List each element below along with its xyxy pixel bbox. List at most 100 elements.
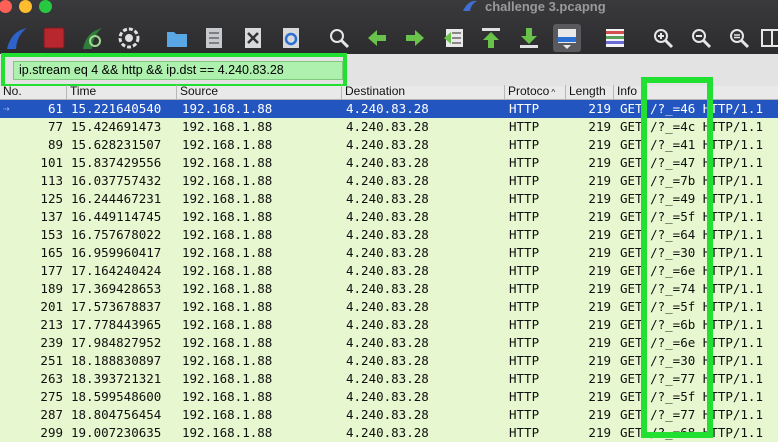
packet-source: 192.168.1.88: [182, 335, 273, 350]
autoscroll-icon[interactable]: [553, 24, 581, 52]
wireshark-fin-icon[interactable]: [3, 24, 31, 52]
resize-columns-icon[interactable]: [760, 24, 778, 52]
save-file-icon[interactable]: [200, 24, 228, 52]
go-first-icon[interactable]: [477, 24, 505, 52]
column-header-info[interactable]: Info: [614, 85, 778, 99]
capture-options-icon[interactable]: [115, 24, 143, 52]
packet-destination: 4.240.83.28: [346, 155, 429, 170]
packet-row[interactable]: 213 17.778443965 192.168.1.88 4.240.83.28 HT…: [0, 316, 778, 334]
packet-row[interactable]: 263 18.393721321 192.168.1.88 4.240.83.28 HT…: [0, 370, 778, 388]
packet-no: 275: [40, 389, 63, 404]
packet-row[interactable]: 287 18.804756454 192.168.1.88 4.240.83.28 HT…: [0, 406, 778, 424]
packet-row[interactable]: 201 17.573678837 192.168.1.88 4.240.83.28 HT…: [0, 298, 778, 316]
packet-info: GET /?_=6b HTTP/1.1: [620, 317, 763, 332]
packet-row[interactable]: 137 16.449114745 192.168.1.88 4.240.83.28 HT…: [0, 208, 778, 226]
zoom-out-icon[interactable]: [687, 24, 715, 52]
open-file-icon[interactable]: [163, 24, 191, 52]
column-header-length[interactable]: Length: [566, 85, 614, 99]
packet-no: 299: [40, 425, 63, 440]
window-title-bar: challenge 3.pcapng: [462, 0, 606, 14]
packet-source: 192.168.1.88: [182, 191, 273, 206]
packet-destination: 4.240.83.28: [346, 299, 429, 314]
packet-protocol: HTTP: [509, 389, 540, 404]
packet-row[interactable]: 89 15.628231507 192.168.1.88 4.240.83.28 HTT…: [0, 136, 778, 154]
packet-destination: 4.240.83.28: [346, 263, 429, 278]
packet-info: GET /?_=41 HTTP/1.1: [620, 137, 763, 152]
packet-source: 192.168.1.88: [182, 119, 273, 134]
close-window-button[interactable]: [0, 0, 12, 13]
packet-info: GET /?_=5f HTTP/1.1: [620, 389, 763, 404]
zoom-normal-icon[interactable]: [725, 24, 753, 52]
packet-length: 219: [588, 245, 611, 260]
packet-length: 219: [588, 173, 611, 188]
packet-time: 19.007230635: [71, 425, 162, 440]
packet-destination: 4.240.83.28: [346, 281, 429, 296]
packet-length: 219: [588, 299, 611, 314]
zoom-in-icon[interactable]: [649, 24, 677, 52]
packet-destination: 4.240.83.28: [346, 191, 429, 206]
column-header-destination[interactable]: Destination: [342, 85, 505, 99]
go-last-icon[interactable]: [515, 24, 543, 52]
packet-time: 18.804756454: [71, 407, 162, 422]
packet-no: 287: [40, 407, 63, 422]
packet-row[interactable]: 125 16.244467231 192.168.1.88 4.240.83.28 HT…: [0, 190, 778, 208]
packet-row[interactable]: ⇢ 61 15.221640540 192.168.1.88 4.240.83.28 HT…: [0, 100, 778, 118]
packet-protocol: HTTP: [509, 299, 540, 314]
packet-source: 192.168.1.88: [182, 263, 273, 278]
restart-capture-icon[interactable]: [78, 24, 106, 52]
zoom-window-button[interactable]: [39, 0, 52, 13]
packet-row[interactable]: 275 18.599548600 192.168.1.88 4.240.83.28 HT…: [0, 388, 778, 406]
packet-source: 192.168.1.88: [182, 299, 273, 314]
packet-info: GET /?_=74 HTTP/1.1: [620, 281, 763, 296]
packet-source: 192.168.1.88: [182, 317, 273, 332]
window-title: challenge 3.pcapng: [485, 0, 606, 14]
packet-row[interactable]: 113 16.037757432 192.168.1.88 4.240.83.28 HT…: [0, 172, 778, 190]
packet-info: GET /?_=6e HTTP/1.1: [620, 263, 763, 278]
packet-destination: 4.240.83.28: [346, 407, 429, 422]
packet-protocol: HTTP: [509, 101, 540, 116]
packet-length: 219: [588, 425, 611, 440]
reload-file-icon[interactable]: [277, 24, 305, 52]
packet-time: 18.393721321: [71, 371, 162, 386]
packet-time: 17.573678837: [71, 299, 162, 314]
go-back-icon[interactable]: [363, 24, 391, 52]
packet-protocol: HTTP: [509, 119, 540, 134]
minimize-window-button[interactable]: [19, 0, 32, 13]
packet-source: 192.168.1.88: [182, 155, 273, 170]
packet-time: 18.599548600: [71, 389, 162, 404]
packet-row[interactable]: 101 15.837429556 192.168.1.88 4.240.83.28 HT…: [0, 154, 778, 172]
packet-row[interactable]: 177 17.164240424 192.168.1.88 4.240.83.28 HT…: [0, 262, 778, 280]
packet-row[interactable]: 153 16.757678022 192.168.1.88 4.240.83.28 HT…: [0, 226, 778, 244]
column-header-no[interactable]: No.: [0, 85, 67, 99]
packet-row[interactable]: 189 17.369428653 192.168.1.88 4.240.83.28 HT…: [0, 280, 778, 298]
packet-row[interactable]: 165 16.959960417 192.168.1.88 4.240.83.28 HT…: [0, 244, 778, 262]
go-forward-icon[interactable]: [401, 24, 429, 52]
packet-length: 219: [588, 389, 611, 404]
find-packet-icon[interactable]: [325, 24, 353, 52]
packet-length: 219: [588, 227, 611, 242]
packet-row[interactable]: 77 15.424691473 192.168.1.88 4.240.83.28 HTT…: [0, 118, 778, 136]
packet-row[interactable]: 239 17.984827952 192.168.1.88 4.240.83.28 HT…: [0, 334, 778, 352]
filter-highlight-box: [1, 53, 347, 88]
packet-no: 189: [40, 281, 63, 296]
packet-info: GET /?_=64 HTTP/1.1: [620, 227, 763, 242]
packet-info: GET /?_=6e HTTP/1.1: [620, 335, 763, 350]
column-header-time[interactable]: Time: [67, 85, 177, 99]
column-header-source[interactable]: Source: [177, 85, 342, 99]
packet-row[interactable]: 299 19.007230635 192.168.1.88 4.240.83.28 HT…: [0, 424, 778, 442]
packet-info: GET /?_=5f HTTP/1.1: [620, 209, 763, 224]
packet-row[interactable]: 251 18.188830897 192.168.1.88 4.240.83.28 HT…: [0, 352, 778, 370]
packet-protocol: HTTP: [509, 155, 540, 170]
packet-protocol: HTTP: [509, 191, 540, 206]
packet-info: GET /?_=30 HTTP/1.1: [620, 245, 763, 260]
colorize-icon[interactable]: [601, 24, 629, 52]
packet-no: 177: [40, 263, 63, 278]
close-file-icon[interactable]: [239, 24, 267, 52]
go-to-packet-icon[interactable]: [440, 24, 468, 52]
packet-no: 77: [47, 119, 63, 134]
column-header-protocol[interactable]: Protoco ^: [505, 85, 566, 99]
packet-no: 137: [40, 209, 63, 224]
packet-info: GET /?_=77 HTTP/1.1: [620, 371, 763, 386]
packet-length: 219: [588, 101, 611, 116]
stop-capture-icon[interactable]: [40, 24, 68, 52]
